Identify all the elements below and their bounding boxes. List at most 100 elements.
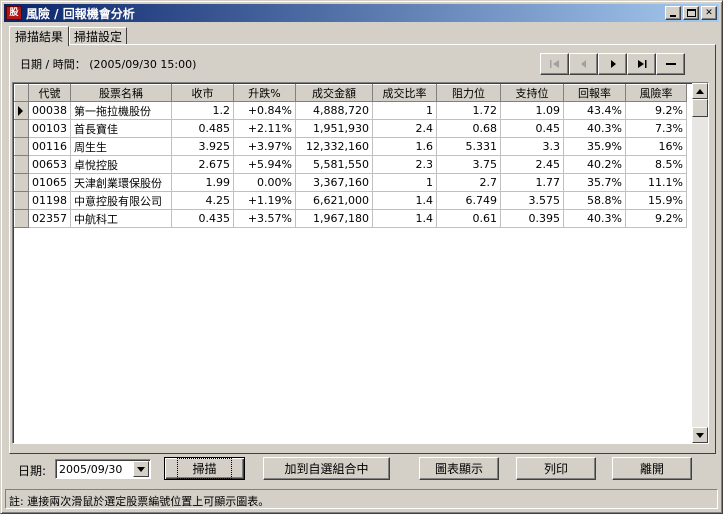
row-indicator[interactable] <box>14 281 29 300</box>
scan-button[interactable]: 掃描 <box>164 457 245 480</box>
table-cell[interactable]: 0.68 <box>436 119 501 138</box>
row-indicator[interactable] <box>14 299 29 318</box>
table-cell[interactable]: 7.3% <box>625 119 687 138</box>
table-cell[interactable]: 天津創業環保股份 <box>70 173 172 192</box>
column-header[interactable]: 支持位 <box>500 84 564 102</box>
table-cell[interactable]: +1.19% <box>233 191 296 210</box>
table-row[interactable]: 02357 中航科工 0.435 +3.57% 1,967,180 1.4 0.61 0.39… <box>14 209 687 228</box>
vertical-scrollbar[interactable] <box>692 83 708 443</box>
table-cell[interactable]: 00653 <box>28 155 71 174</box>
print-button[interactable]: 列印 <box>516 457 596 480</box>
first-record-button[interactable] <box>540 53 569 75</box>
column-header[interactable]: 風險率 <box>625 84 687 102</box>
table-cell[interactable]: 12,332,160 <box>295 137 373 156</box>
row-indicator[interactable] <box>14 263 29 282</box>
table-cell[interactable]: 0.395 <box>500 209 564 228</box>
table-cell[interactable]: 1.6 <box>372 137 437 156</box>
date-combobox[interactable] <box>55 459 151 479</box>
table-cell[interactable]: 2.3 <box>372 155 437 174</box>
row-indicator[interactable] <box>14 209 29 228</box>
row-indicator[interactable] <box>14 353 29 372</box>
table-cell[interactable]: 1.77 <box>500 173 564 192</box>
tab-scan-results[interactable]: 掃描結果 <box>9 26 70 46</box>
tab-scan-settings[interactable]: 掃描設定 <box>69 27 128 45</box>
scroll-down-button[interactable] <box>692 427 708 443</box>
date-dropdown-button[interactable] <box>133 461 149 477</box>
row-indicator[interactable] <box>14 245 29 264</box>
table-cell[interactable]: 01198 <box>28 191 71 210</box>
column-header[interactable]: 收市 <box>171 84 234 102</box>
table-cell[interactable]: +3.97% <box>233 137 296 156</box>
prev-record-button[interactable] <box>569 53 598 75</box>
table-cell[interactable]: 40.3% <box>563 209 626 228</box>
table-cell[interactable]: 2.675 <box>171 155 234 174</box>
table-cell[interactable]: 6.749 <box>436 191 501 210</box>
table-cell[interactable]: 1.4 <box>372 209 437 228</box>
row-indicator[interactable] <box>14 407 29 426</box>
table-cell[interactable]: 3.75 <box>436 155 501 174</box>
table-row[interactable]: 01065 天津創業環保股份 1.99 0.00% 3,367,160 1 2.7 1.77 3… <box>14 173 687 192</box>
table-row[interactable]: 01198 中意控股有限公司 4.25 +1.19% 6,621,000 1.4 6.749… <box>14 191 687 210</box>
row-indicator[interactable] <box>14 173 29 192</box>
column-header[interactable]: 代號 <box>28 84 71 102</box>
table-cell[interactable]: 02357 <box>28 209 71 228</box>
table-cell[interactable]: 9.2% <box>625 101 687 120</box>
table-cell[interactable]: 周生生 <box>70 137 172 156</box>
table-cell[interactable]: 卓悅控股 <box>70 155 172 174</box>
next-record-button[interactable] <box>598 53 627 75</box>
table-cell[interactable]: 0.61 <box>436 209 501 228</box>
table-cell[interactable]: 43.4% <box>563 101 626 120</box>
maximize-button[interactable] <box>683 6 699 20</box>
row-indicator[interactable] <box>14 317 29 336</box>
table-cell[interactable]: 5.331 <box>436 137 501 156</box>
table-cell[interactable]: 3.925 <box>171 137 234 156</box>
table-cell[interactable]: 16% <box>625 137 687 156</box>
table-cell[interactable]: 1.2 <box>171 101 234 120</box>
add-to-portfolio-button[interactable]: 加到自選組合中 <box>263 457 390 480</box>
table-cell[interactable]: 0.00% <box>233 173 296 192</box>
table-cell[interactable]: 0.435 <box>171 209 234 228</box>
table-cell[interactable]: 中航科工 <box>70 209 172 228</box>
table-cell[interactable]: 35.9% <box>563 137 626 156</box>
table-cell[interactable]: 35.7% <box>563 173 626 192</box>
table-cell[interactable]: 00038 <box>28 101 71 120</box>
table-cell[interactable]: +2.11% <box>233 119 296 138</box>
table-cell[interactable]: 00116 <box>28 137 71 156</box>
table-cell[interactable]: 3.3 <box>500 137 564 156</box>
table-cell[interactable]: 58.8% <box>563 191 626 210</box>
row-indicator[interactable] <box>14 389 29 408</box>
app-icon[interactable]: 股 <box>6 6 22 20</box>
table-cell[interactable]: 00103 <box>28 119 71 138</box>
row-indicator[interactable] <box>14 335 29 354</box>
column-header[interactable]: 回報率 <box>563 84 626 102</box>
table-cell[interactable]: 4,888,720 <box>295 101 373 120</box>
row-indicator[interactable] <box>14 191 29 210</box>
table-row[interactable]: 00038 第一拖拉機股份 1.2 +0.84% 4,888,720 1 1.72 1.09 4… <box>14 101 687 120</box>
column-header[interactable]: 成交金額 <box>295 84 373 102</box>
table-cell[interactable]: 3,367,160 <box>295 173 373 192</box>
table-cell[interactable]: 中意控股有限公司 <box>70 191 172 210</box>
table-cell[interactable]: 8.5% <box>625 155 687 174</box>
table-cell[interactable]: 40.3% <box>563 119 626 138</box>
scroll-thumb[interactable] <box>692 99 708 117</box>
table-cell[interactable]: +3.57% <box>233 209 296 228</box>
table-cell[interactable]: 首長寶佳 <box>70 119 172 138</box>
scroll-up-button[interactable] <box>692 83 708 99</box>
row-indicator[interactable] <box>14 371 29 390</box>
row-indicator[interactable] <box>14 227 29 246</box>
minimize-button[interactable] <box>665 6 681 20</box>
table-cell[interactable]: 1.4 <box>372 191 437 210</box>
table-cell[interactable]: 2.7 <box>436 173 501 192</box>
column-header[interactable]: 股票名稱 <box>70 84 172 102</box>
table-cell[interactable]: 0.485 <box>171 119 234 138</box>
table-cell[interactable]: 11.1% <box>625 173 687 192</box>
table-cell[interactable]: 1 <box>372 173 437 192</box>
table-row[interactable]: 00653 卓悅控股 2.675 +5.94% 5,581,550 2.3 3.75 2.45… <box>14 155 687 174</box>
table-cell[interactable]: 3.575 <box>500 191 564 210</box>
row-indicator[interactable] <box>14 101 29 120</box>
table-cell[interactable]: 15.9% <box>625 191 687 210</box>
table-cell[interactable]: 1.99 <box>171 173 234 192</box>
exit-button[interactable]: 離開 <box>612 457 692 480</box>
column-header[interactable]: 升跌% <box>233 84 296 102</box>
delete-record-button[interactable] <box>656 53 685 75</box>
